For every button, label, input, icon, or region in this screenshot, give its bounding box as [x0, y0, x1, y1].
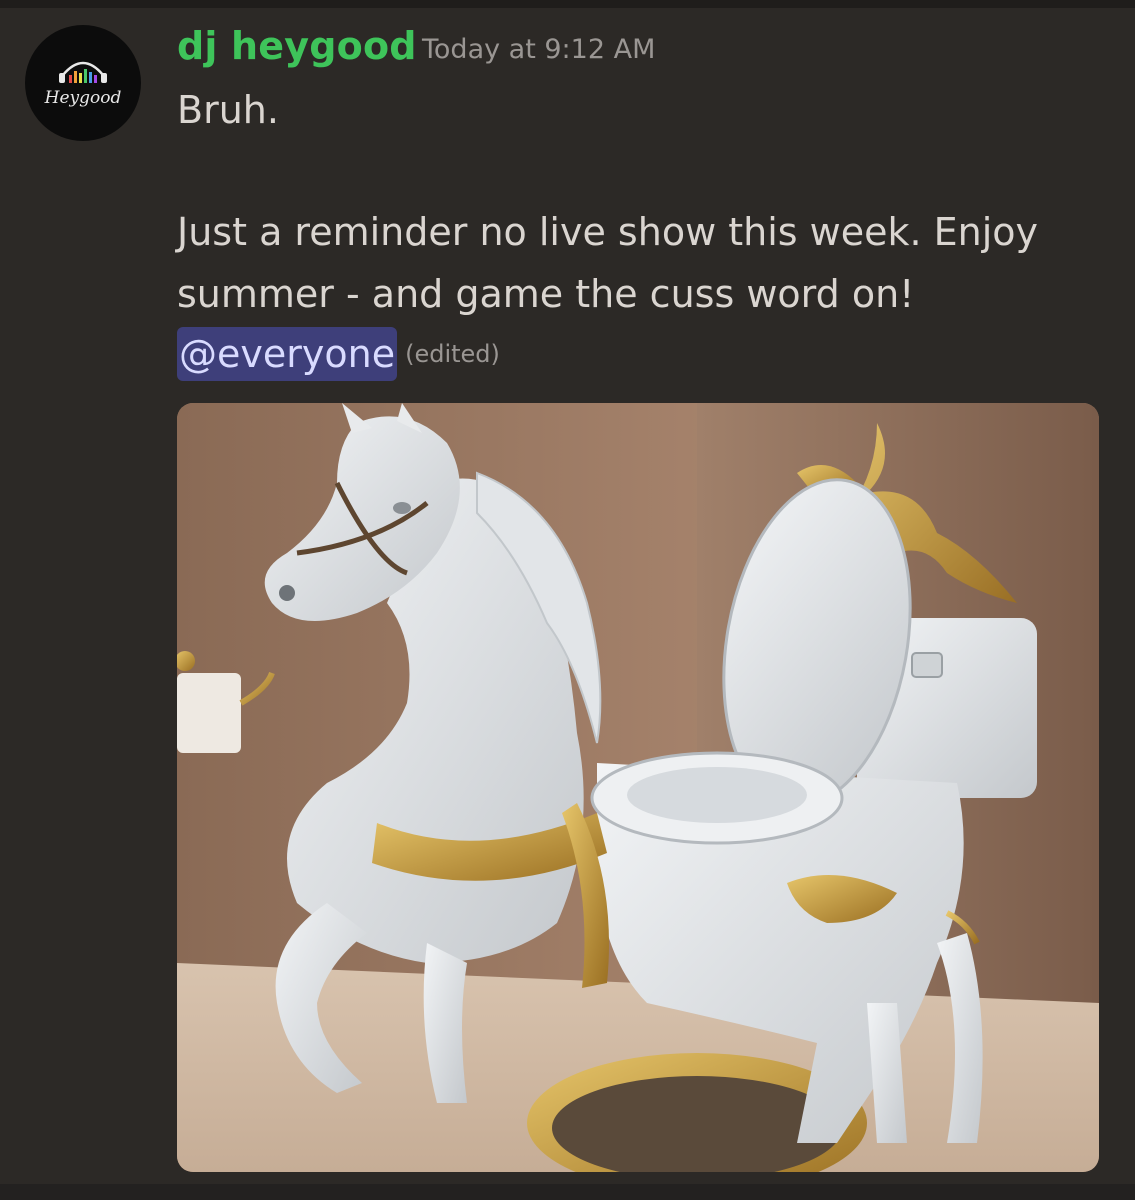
edited-label: (edited)	[405, 340, 500, 368]
mention-row: @everyone (edited)	[177, 325, 500, 383]
message-line: summer - and game the cuss word on!	[177, 272, 915, 316]
timestamp[interactable]: Today at 9:12 AM	[422, 32, 655, 68]
headphones-equalizer-icon: Heygood	[44, 61, 122, 108]
bottom-divider	[0, 1184, 1135, 1200]
avatar-logo-text: Heygood	[44, 88, 122, 108]
username[interactable]: dj heygood	[177, 22, 417, 70]
everyone-mention[interactable]: @everyone	[177, 327, 398, 381]
horse-toilet-image	[177, 403, 1099, 1172]
message-line: Bruh.	[177, 88, 279, 132]
chat-message-view: Heygood dj heygood Today at 9:12 AM Bruh…	[0, 0, 1135, 1200]
image-attachment[interactable]	[177, 403, 1099, 1172]
message-line: Just a reminder no live show this week. …	[177, 210, 1039, 254]
avatar[interactable]: Heygood	[25, 25, 141, 141]
top-divider	[0, 0, 1135, 8]
